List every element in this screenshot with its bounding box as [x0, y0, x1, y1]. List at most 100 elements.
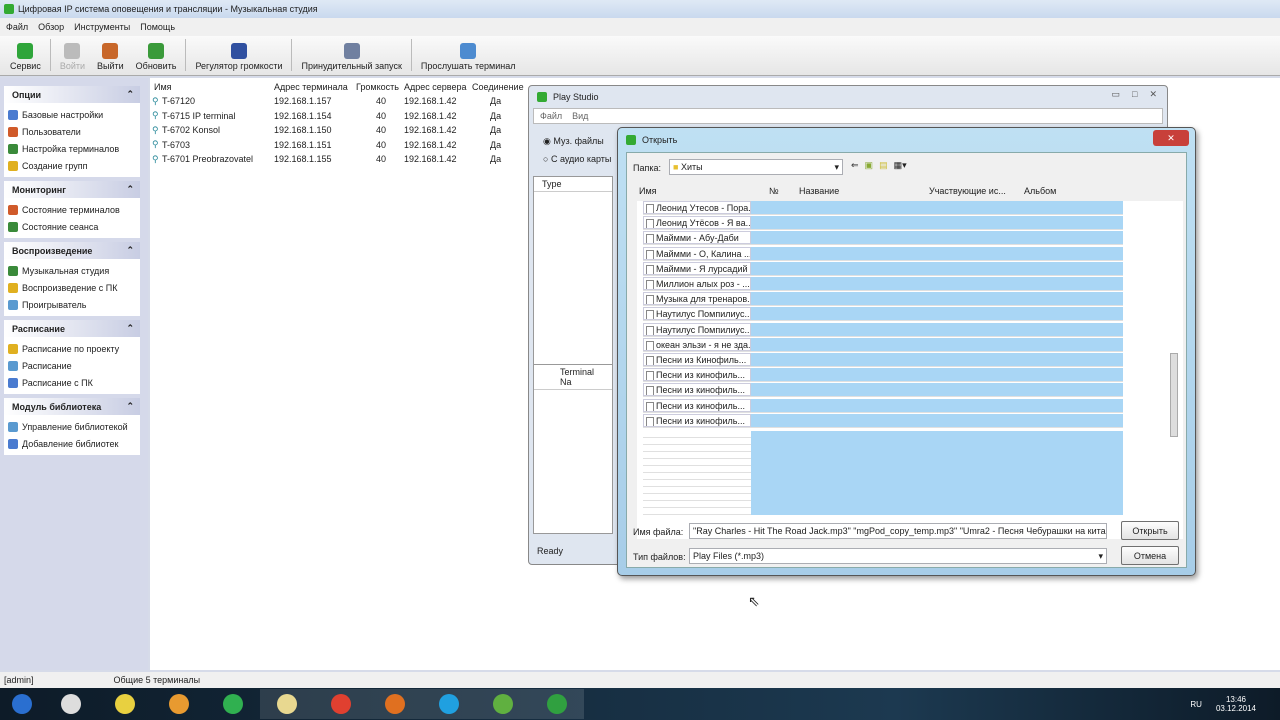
file-row[interactable]: Леонид Утесов - Пора... — [643, 201, 1123, 215]
toolbar-button[interactable]: Регулятор громкости — [189, 43, 288, 71]
toolbar-button[interactable]: Принудительный запуск — [295, 43, 407, 71]
file-column-header[interactable]: Альбом — [1024, 186, 1056, 196]
file-column-header[interactable]: Название — [799, 186, 839, 196]
file-row-compressed[interactable] — [643, 507, 1123, 515]
sidebar-item[interactable]: Пользователи — [8, 123, 136, 140]
sidebar-item[interactable]: Базовые настройки — [8, 106, 136, 123]
menu-item[interactable]: Инструменты — [74, 22, 130, 32]
sidebar-item-label: Расписание по проекту — [22, 343, 120, 354]
taskbar-app[interactable] — [368, 689, 422, 719]
file-row[interactable]: Маймми - О, Калина ... — [643, 246, 1123, 261]
collapse-icon[interactable]: ⌃ — [126, 401, 134, 412]
column-header[interactable]: Адрес сервера — [404, 82, 466, 92]
minimize-button[interactable]: ▭ — [1112, 89, 1121, 100]
file-row[interactable]: Песни из кинофиль... — [643, 413, 1123, 428]
column-header[interactable]: Адрес терминала — [274, 82, 348, 92]
file-row[interactable]: Песни из Кинофиль... — [643, 353, 1123, 367]
taskbar-app[interactable] — [44, 689, 98, 719]
column-header[interactable]: Громкость — [356, 82, 399, 92]
taskbar-app[interactable] — [152, 689, 206, 719]
sidebar-item[interactable]: Воспроизведение с ПК — [8, 279, 136, 296]
sidebar-item[interactable]: Настройка терминалов — [8, 140, 136, 157]
column-header[interactable]: Соединение — [472, 82, 524, 92]
sidebar-item[interactable]: Состояние сеанса — [8, 218, 136, 235]
file-row[interactable]: Песни из кинофиль... — [643, 398, 1123, 413]
ps-menu-view[interactable]: Вид — [572, 111, 588, 121]
collapse-icon[interactable]: ⌃ — [126, 184, 134, 195]
file-row[interactable]: Песни из кинофиль... — [643, 383, 1123, 398]
sidebar-item[interactable]: Управление библиотекой — [8, 418, 136, 435]
file-row[interactable]: Маймми - Абу-Даби — [643, 231, 1123, 246]
table-row[interactable]: ⚲ T-6715 IP terminal 192.168.1.154 40 192.16… — [150, 109, 530, 123]
sidebar-item[interactable]: Создание групп — [8, 157, 136, 174]
sidebar-group-header[interactable]: Модуль библиотека ⌃ — [4, 398, 140, 415]
up-folder-icon[interactable]: ▣ — [865, 160, 874, 171]
ps-menu-file[interactable]: Файл — [540, 111, 562, 121]
taskbar-app[interactable] — [422, 689, 476, 719]
start-button[interactable] — [0, 689, 44, 719]
clock[interactable]: 13:46 03.12.2014 — [1216, 695, 1256, 713]
sidebar-item[interactable]: Расписание по проекту — [8, 340, 136, 357]
taskbar-app[interactable] — [476, 689, 530, 719]
taskbar-app[interactable] — [98, 689, 152, 719]
file-row[interactable]: океан эльзи - я не зда... — [643, 337, 1123, 352]
folder-select[interactable]: ■ Хиты ▾ — [669, 159, 843, 175]
view-menu-icon[interactable]: ▦▾ — [894, 160, 907, 171]
toolbar-button[interactable]: Выйти — [91, 43, 130, 71]
scrollbar[interactable] — [1170, 183, 1180, 539]
close-button[interactable]: ✕ — [1149, 89, 1157, 100]
file-row[interactable]: Маймми - Я лурсадий ... — [643, 261, 1123, 276]
filename-input[interactable]: "Ray Charles - Hit The Road Jack.mp3" "m… — [689, 523, 1107, 539]
menu-item[interactable]: Файл — [6, 22, 28, 32]
file-row[interactable]: Музыка для тренаров... — [643, 292, 1123, 307]
sidebar-item[interactable]: Музыкальная студия — [8, 262, 136, 279]
collapse-icon[interactable]: ⌃ — [126, 245, 134, 256]
radio-music-files[interactable]: ◉ Муз. файлы — [543, 136, 604, 147]
sidebar-group-header[interactable]: Воспроизведение ⌃ — [4, 242, 140, 259]
collapse-icon[interactable]: ⌃ — [126, 89, 134, 100]
menu-item[interactable]: Обзор — [38, 22, 64, 32]
table-row[interactable]: ⚲ T-67120 192.168.1.157 40 192.168.1.42 Да — [150, 94, 530, 108]
taskbar-app[interactable] — [260, 689, 314, 719]
column-header[interactable]: Имя — [154, 82, 172, 92]
back-icon[interactable]: ⇐ — [851, 160, 859, 171]
sidebar-item[interactable]: Добавление библиотек — [8, 435, 136, 452]
toolbar-button[interactable]: Прослушать терминал — [415, 43, 522, 71]
file-selection — [751, 458, 1123, 466]
language-indicator[interactable]: RU — [1190, 700, 1202, 709]
new-folder-icon[interactable]: ▤ — [879, 160, 888, 171]
taskbar-app[interactable] — [206, 689, 260, 719]
table-row[interactable]: ⚲ T-6702 Konsol 192.168.1.150 40 192.168.1.4… — [150, 123, 530, 137]
taskbar-app[interactable] — [314, 689, 368, 719]
sidebar-item[interactable]: Состояние терминалов — [8, 201, 136, 218]
toolbar-button[interactable]: Войти — [54, 43, 91, 71]
app-icon — [12, 694, 32, 714]
sidebar-group-header[interactable]: Расписание ⌃ — [4, 320, 140, 337]
table-row[interactable]: ⚲ T-6701 Preobrazovatel 192.168.1.155 40 192… — [150, 152, 530, 166]
sidebar-group-header[interactable]: Опции ⌃ — [4, 86, 140, 103]
dialog-close-button[interactable]: ✕ — [1153, 130, 1189, 146]
file-column-header[interactable]: Участвующие ис... — [929, 186, 1006, 196]
file-row[interactable]: Наутилус Помпилиус... — [643, 322, 1123, 337]
cancel-button[interactable]: Отмена — [1121, 546, 1179, 565]
file-row[interactable]: Миллион алых роз - ... — [643, 277, 1123, 291]
sidebar-item[interactable]: Расписание — [8, 357, 136, 374]
filetype-select[interactable]: Play Files (*.mp3) ▾ — [689, 548, 1107, 564]
table-row[interactable]: ⚲ T-6703 192.168.1.151 40 192.168.1.42 Да — [150, 138, 530, 152]
file-column-header[interactable]: Имя — [639, 186, 657, 196]
file-row[interactable]: Наутилус Помпилиус... — [643, 307, 1123, 322]
file-row[interactable]: Песни из кинофиль... — [643, 368, 1123, 383]
maximize-button[interactable]: □ — [1132, 89, 1137, 100]
toolbar-button[interactable]: Сервис — [4, 43, 47, 71]
sidebar-item[interactable]: Расписание с ПК — [8, 374, 136, 391]
taskbar-app[interactable] — [530, 689, 584, 719]
file-column-header[interactable]: № — [769, 186, 779, 196]
toolbar-button[interactable]: Обновить — [130, 43, 183, 71]
sidebar-item[interactable]: Проигрыватель — [8, 296, 136, 313]
radio-audio-card[interactable]: ○ С аудио карты — [543, 154, 611, 164]
menu-item[interactable]: Помощь — [140, 22, 175, 32]
collapse-icon[interactable]: ⌃ — [126, 323, 134, 334]
open-button[interactable]: Открыть — [1121, 521, 1179, 540]
file-row[interactable]: Леонид Утёсов - Я ва... — [643, 216, 1123, 231]
sidebar-group-header[interactable]: Мониторинг ⌃ — [4, 181, 140, 198]
